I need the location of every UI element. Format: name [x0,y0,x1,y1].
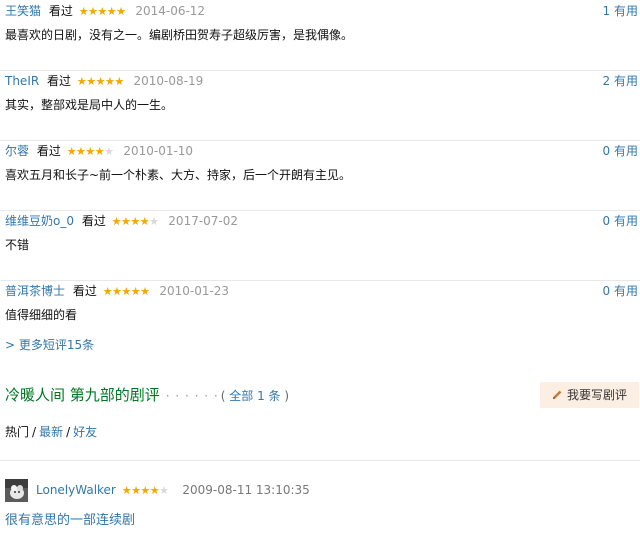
sort-latest[interactable]: 最新 [39,425,63,439]
pencil-icon [552,382,563,408]
rating-stars: ★★★★★★★★★★ [76,75,124,88]
useful-vote[interactable]: 1 有用 [603,3,638,19]
comment-item: TheIR 看过 ★★★★★ ★★★★★ 2010-08-19 2 有用 其实，整… [0,70,640,141]
rating-stars: ★★★★★★★★★★ [78,5,126,18]
sort-hot[interactable]: 热门 [5,425,29,439]
rating-stars: ★★★★★★★★★★ [121,484,169,497]
comment-item: 尔蓉 看过 ★★★★★★★★★★ 2010-01-10 0 有用 喜欢五月和长子… [0,140,640,211]
comment-date: 2014-06-12 [135,4,206,18]
reviews-heading: 冷暖人间 第九部的剧评 [5,386,160,404]
comment-date: 2010-01-23 [159,284,230,298]
useful-vote[interactable]: 0 有用 [603,213,638,229]
comment-item: 普洱茶博士 看过 ★★★★★ ★★★★★ 2010-01-23 0 有用 值得细细… [0,280,640,350]
more-comments-link[interactable]: > 更多短评15条 [5,337,94,353]
comment-user[interactable]: 维维豆奶o_0 [5,214,74,228]
comment-text: 最喜欢的日剧，没有之一。编剧桥田贺寿子超级厉害，是我偶像。 [5,28,354,42]
divider [0,460,640,461]
useful-vote[interactable]: 0 有用 [603,143,638,159]
comment-date: 2017-07-02 [168,214,239,228]
avatar[interactable] [5,479,28,502]
comment-watched: 看过 [47,74,72,88]
review-date: 2009-08-11 13:10:35 [182,483,310,497]
review-sort-options: 热门 / 最新 / 好友 [5,424,97,440]
reviews-count: ( 全部 1 条 ) [221,389,289,403]
useful-vote[interactable]: 0 有用 [603,283,638,299]
title-dots: · · · · · · [165,389,219,403]
useful-vote[interactable]: 2 有用 [603,73,638,89]
rating-stars: ★★★★★★★★★★ [66,145,114,158]
sort-separator: / [32,425,37,439]
comment-user[interactable]: 普洱茶博士 [5,284,65,298]
sort-friends[interactable]: 好友 [73,425,97,439]
comment-user[interactable]: TheIR [5,74,39,88]
comment-text: 值得细细的看 [5,308,78,322]
comment-item: 王笑猫 看过 ★★★★★ ★★★★★ 2014-06-12 1 有用 最喜欢的日剧… [0,0,640,71]
review-title-link[interactable]: 很有意思的一部连续剧 [5,512,135,530]
write-review-button[interactable]: 我要写剧评 [540,382,639,408]
rating-stars: ★★★★★★★★★★ [111,215,159,228]
comment-watched: 看过 [48,4,73,18]
review-user[interactable]: LonelyWalker [36,483,116,497]
comment-user[interactable]: 王笑猫 [5,4,41,18]
comment-text: 喜欢五月和长子~前一个朴素、大方、持家，后一个开朗有主见。 [5,168,352,182]
comment-watched: 看过 [81,214,106,228]
comment-text: 不错 [5,238,30,252]
comment-date: 2010-08-19 [133,74,204,88]
write-review-label: 我要写剧评 [567,388,628,402]
comment-date: 2010-01-10 [123,144,194,158]
comment-user[interactable]: 尔蓉 [5,144,29,158]
comment-watched: 看过 [72,284,97,298]
review-header: LonelyWalker ★★★★★★★★★★ 2009-08-11 13:10… [36,482,310,499]
all-reviews-link[interactable]: 全部 1 条 [229,389,280,403]
reviews-section-title: 冷暖人间 第九部的剧评 · · · · · ·( 全部 1 条 ) [5,385,289,406]
comment-watched: 看过 [36,144,61,158]
comment-text: 其实，整部戏是局中人的一生。 [5,98,174,112]
count-open: ( [220,389,230,403]
rating-stars: ★★★★★★★★★★ [102,285,150,298]
comment-item: 维维豆奶o_0 看过 ★★★★★★★★★★ 2017-07-02 0 有用 不错 [0,210,640,281]
count-close: ) [280,389,290,403]
sort-separator: / [66,425,71,439]
